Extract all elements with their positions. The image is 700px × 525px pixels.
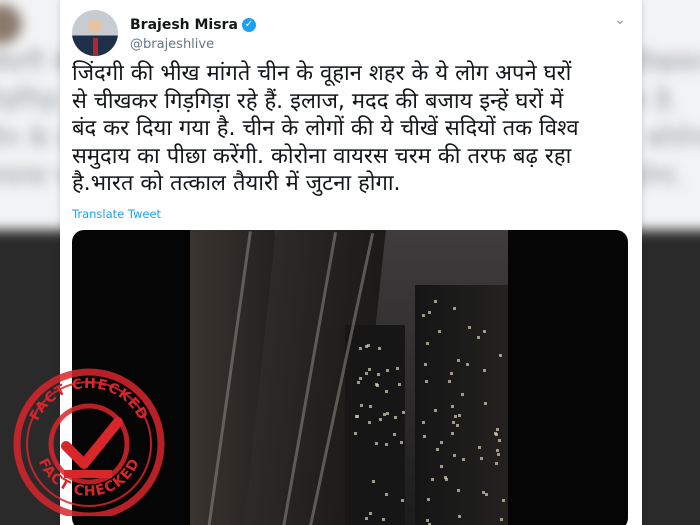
lit-window <box>439 441 443 445</box>
lit-window <box>368 512 372 516</box>
lit-window <box>450 431 454 435</box>
checkmark-icon <box>61 417 123 469</box>
lit-window <box>384 493 388 497</box>
lit-window <box>382 413 386 417</box>
lit-window <box>477 445 481 449</box>
lit-window <box>367 343 371 347</box>
lit-window <box>359 377 363 381</box>
lit-window <box>497 452 501 456</box>
lit-window <box>394 416 398 420</box>
lit-window <box>426 518 430 522</box>
lit-window <box>375 442 379 446</box>
lit-window <box>483 329 487 333</box>
tweet-header: Brajesh Misra ✓ @brajeshlive ⌄ <box>72 10 630 56</box>
lit-window <box>460 393 464 397</box>
lit-window <box>422 435 426 439</box>
lit-window <box>357 381 361 385</box>
lit-window <box>482 368 486 372</box>
lit-window <box>452 421 456 425</box>
lit-window <box>499 518 503 522</box>
verified-badge-icon: ✓ <box>241 17 256 32</box>
lit-window <box>396 366 400 370</box>
lit-window <box>385 442 389 446</box>
lit-window <box>494 432 498 436</box>
lit-window <box>368 368 372 372</box>
lit-window <box>425 341 429 345</box>
lit-window <box>355 414 359 418</box>
tweet-text: जिंदगी की भीख मांगते चीन के वूहान शहर के… <box>72 61 579 196</box>
lit-window <box>445 477 449 481</box>
lit-window <box>462 458 466 462</box>
lit-window <box>359 346 363 350</box>
chevron-down-icon[interactable]: ⌄ <box>614 12 626 28</box>
fact-checked-stamp: FACT CHECKED FACT CHECKED <box>8 366 170 520</box>
lit-window <box>425 380 429 384</box>
lit-window <box>455 423 459 427</box>
lit-window <box>453 454 457 458</box>
lit-window <box>378 346 382 350</box>
lit-window <box>454 414 458 418</box>
lit-window <box>457 359 461 363</box>
lit-window <box>385 389 389 393</box>
lit-window <box>453 307 457 311</box>
lit-window <box>496 427 499 431</box>
lit-window <box>372 480 376 484</box>
lit-window <box>435 447 439 451</box>
lit-window <box>449 372 453 376</box>
lit-window <box>439 464 443 468</box>
lit-window <box>385 412 389 416</box>
lit-window <box>397 382 401 386</box>
lit-window <box>457 413 461 417</box>
lit-window <box>400 499 404 503</box>
user-handle[interactable]: @brajeshlive <box>130 37 256 52</box>
translate-tweet-link[interactable]: Translate Tweet <box>72 207 161 221</box>
lit-window <box>369 404 373 408</box>
lit-window <box>364 516 368 520</box>
lit-window <box>365 371 369 375</box>
lit-window <box>465 362 469 366</box>
lit-window <box>498 439 502 443</box>
lit-window <box>502 499 506 503</box>
lit-window <box>484 401 488 405</box>
lit-window <box>457 515 461 519</box>
lit-window <box>402 410 406 414</box>
lit-window <box>400 440 404 444</box>
lit-window <box>498 353 502 357</box>
lit-window <box>480 456 484 460</box>
blurred-avatar <box>0 4 22 44</box>
lit-window <box>359 403 363 407</box>
lit-window <box>496 448 500 452</box>
lit-window <box>481 491 485 495</box>
lit-window <box>477 335 481 339</box>
lit-window <box>426 498 430 502</box>
lit-window <box>376 372 380 376</box>
lit-window <box>433 409 437 413</box>
lit-window <box>457 488 461 492</box>
lit-window <box>424 362 428 366</box>
lit-window <box>427 310 431 314</box>
lit-window <box>379 417 383 421</box>
avatar[interactable] <box>72 10 118 56</box>
video-frame <box>190 230 508 525</box>
lit-window <box>447 380 451 384</box>
lit-window <box>495 462 498 466</box>
lit-window <box>375 383 379 387</box>
lit-window <box>437 330 441 334</box>
lit-window <box>485 493 489 497</box>
lit-window <box>386 368 390 372</box>
author-block: Brajesh Misra ✓ @brajeshlive <box>130 14 256 52</box>
lit-window <box>430 478 434 482</box>
lit-window <box>451 405 455 409</box>
lit-window <box>393 432 397 436</box>
lit-window <box>467 325 471 329</box>
lit-window <box>382 518 386 522</box>
lit-window <box>354 432 358 436</box>
lit-window <box>433 300 437 304</box>
stamp-graphic: FACT CHECKED FACT CHECKED <box>13 368 165 520</box>
display-name[interactable]: Brajesh Misra <box>130 17 238 33</box>
lit-window <box>422 313 426 317</box>
lit-window <box>367 421 371 425</box>
lit-window <box>421 420 425 424</box>
